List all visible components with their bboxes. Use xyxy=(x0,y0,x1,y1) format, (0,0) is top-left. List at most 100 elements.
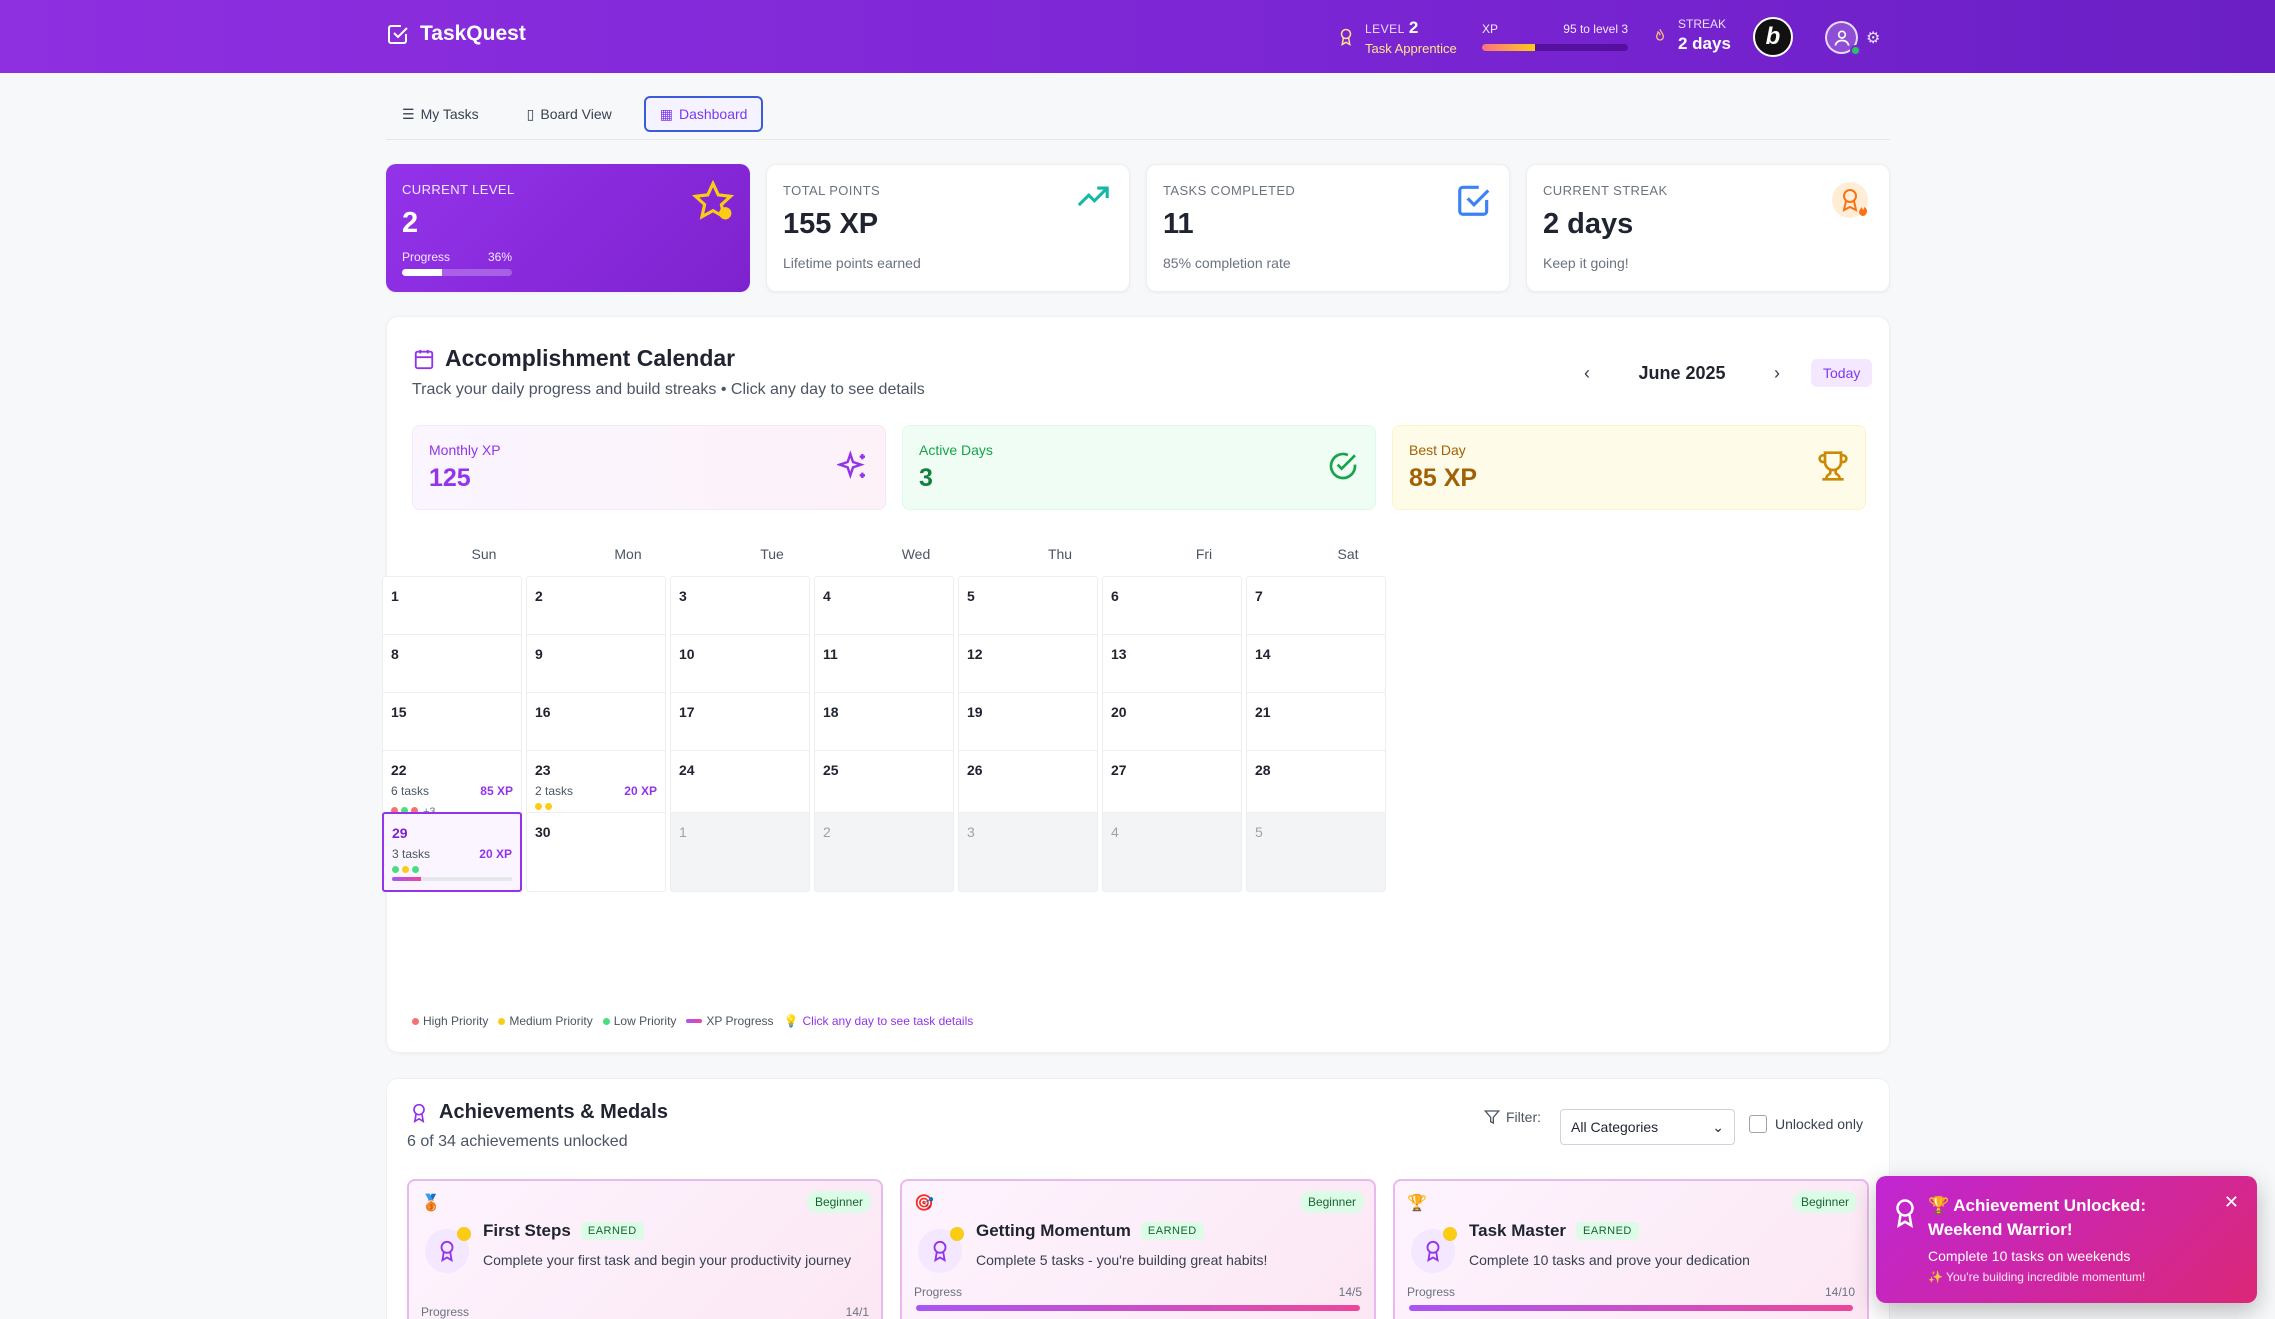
stat-card-current-streak: CURRENT STREAK 2 days Keep it going! xyxy=(1526,164,1890,292)
day-number: 28 xyxy=(1255,762,1271,778)
xp-progress-fill xyxy=(1482,44,1535,51)
close-icon[interactable]: ✕ xyxy=(2224,1192,2239,1213)
calendar-nav: ‹ June 2025 › Today xyxy=(1567,359,1873,387)
day-number: 13 xyxy=(1111,646,1127,662)
tab-label: Dashboard xyxy=(678,106,748,122)
earned-badge: EARNED xyxy=(580,1222,644,1240)
legend-low: Low Priority xyxy=(613,1014,677,1028)
calendar-title: Accomplishment Calendar xyxy=(413,345,735,372)
category-select-value: All Categories xyxy=(1571,1119,1659,1135)
level-title: Task Apprentice xyxy=(1365,41,1457,56)
category-select[interactable]: All Categories ⌄ xyxy=(1560,1109,1735,1145)
priority-dot-icon xyxy=(412,866,419,873)
calendar-title-text: Accomplishment Calendar xyxy=(445,345,736,371)
day-number: 22 xyxy=(391,762,407,778)
day-number: 9 xyxy=(535,646,543,662)
best-day-card: Best Day 85 XP xyxy=(1392,425,1866,510)
day-meta: 2 tasks 20 XP xyxy=(535,784,657,798)
tab-label: My Tasks xyxy=(420,106,479,122)
achievement-card[interactable]: 🏆 Beginner Task Master EARNED Complete 10… xyxy=(1393,1179,1869,1319)
stat-subtitle: Keep it going! xyxy=(1543,255,1629,271)
stat-subtitle: Lifetime points earned xyxy=(783,255,921,271)
achievement-card[interactable]: 🎯 Beginner Getting Momentum EARNED Comple… xyxy=(900,1179,1376,1319)
day-number: 4 xyxy=(823,588,831,604)
sparkles-icon xyxy=(837,450,865,480)
priority-dot-icon xyxy=(402,866,409,873)
trophy-icon: 🏆 xyxy=(1407,1195,1427,1212)
header-xp: XP 95 to level 3 xyxy=(1482,22,1628,51)
calendar-day[interactable]: 4 xyxy=(1102,812,1242,892)
day-number: 1 xyxy=(391,588,399,604)
monthly-xp-value: 125 xyxy=(429,464,471,492)
stat-card-total-points: TOTAL POINTS 155 XP Lifetime points earn… xyxy=(766,164,1130,292)
legend-hint: Click any day to see task details xyxy=(802,1014,974,1028)
day-number: 25 xyxy=(823,762,839,778)
filter-label: Filter: xyxy=(1484,1109,1541,1125)
calendar-day[interactable]: 3 xyxy=(958,812,1098,892)
legend-xp: XP Progress xyxy=(706,1014,774,1028)
achievement-progress-bar xyxy=(916,1305,1360,1311)
achievement-name: Task Master xyxy=(1469,1221,1567,1240)
calendar-day[interactable]: 30 xyxy=(526,812,666,892)
day-number: 27 xyxy=(1111,762,1127,778)
calendar-icon xyxy=(414,349,434,369)
achievement-level-badge: Beginner xyxy=(1299,1191,1364,1213)
streak-label: STREAK xyxy=(1678,17,1727,31)
day-number: 30 xyxy=(535,824,551,840)
brand-name: TaskQuest xyxy=(420,22,526,45)
day-number: 29 xyxy=(392,825,408,841)
check-circle-icon xyxy=(1329,452,1357,480)
day-task-count: 6 tasks xyxy=(391,784,430,798)
day-number: 5 xyxy=(967,588,975,604)
priority-dot-icon xyxy=(392,866,399,873)
day-number: 12 xyxy=(967,646,983,662)
online-status-icon xyxy=(1850,45,1861,56)
filter-label-text: Filter: xyxy=(1506,1109,1541,1125)
xp-to-next: 95 to level 3 xyxy=(1563,22,1628,36)
unlocked-only-checkbox[interactable] xyxy=(1749,1115,1767,1133)
calendar-day[interactable]: 29 3 tasks 20 XP xyxy=(382,812,522,892)
calendar-day[interactable]: 2 xyxy=(814,812,954,892)
gear-icon[interactable]: ⚙ xyxy=(1866,28,1880,48)
calendar-day[interactable]: 1 xyxy=(670,812,810,892)
unlocked-only-toggle[interactable]: Unlocked only xyxy=(1749,1115,1863,1133)
xp-progress-bar xyxy=(1482,44,1628,51)
day-xp: 85 XP xyxy=(480,784,513,798)
medal-icon xyxy=(425,1227,471,1273)
day-meta: 3 tasks 20 XP xyxy=(392,847,512,861)
chevron-left-icon[interactable]: ‹ xyxy=(1567,363,1607,384)
board-icon: ▯ xyxy=(526,105,535,122)
monthly-xp-card: Monthly XP 125 xyxy=(412,425,886,510)
today-button[interactable]: Today xyxy=(1811,359,1873,387)
day-number: 2 xyxy=(823,824,831,840)
tab-board-view[interactable]: ▯ Board View xyxy=(511,96,628,132)
tab-my-tasks[interactable]: ☰ My Tasks xyxy=(386,96,495,132)
achievement-progress-bar xyxy=(1409,1305,1853,1311)
priority-dot-icon xyxy=(535,803,542,810)
view-tabs: ☰ My Tasks ▯ Board View ▦ Dashboard xyxy=(386,96,1890,140)
achievement-card[interactable]: 🥉 Beginner First Steps EARNED Complete yo… xyxy=(407,1179,883,1319)
day-number: 10 xyxy=(679,646,695,662)
user-badge-icon[interactable]: b xyxy=(1753,17,1793,57)
stat-value: 2 xyxy=(402,207,419,239)
day-number: 24 xyxy=(679,762,695,778)
calendar-day[interactable]: 5 xyxy=(1246,812,1386,892)
day-number: 21 xyxy=(1255,704,1271,720)
day-number: 4 xyxy=(1111,824,1119,840)
day-number: 23 xyxy=(535,762,551,778)
tab-dashboard[interactable]: ▦ Dashboard xyxy=(643,96,764,132)
app-brand[interactable]: TaskQuest xyxy=(386,22,526,46)
streak-value: 2 days xyxy=(1678,34,1731,53)
day-number: 3 xyxy=(679,588,687,604)
day-task-count: 3 tasks xyxy=(392,847,431,861)
level-progress-bar xyxy=(402,269,512,276)
best-day-value: 85 XP xyxy=(1409,464,1478,492)
earned-badge: EARNED xyxy=(1140,1222,1204,1240)
achievements-subtitle: 6 of 34 achievements unlocked xyxy=(407,1133,628,1150)
chevron-right-icon[interactable]: › xyxy=(1757,363,1797,384)
stat-value: 2 days xyxy=(1543,208,1634,240)
achievements-section: Achievements & Medals 6 of 34 achievemen… xyxy=(386,1078,1890,1319)
achievement-level-badge: Beginner xyxy=(806,1191,871,1213)
user-icon xyxy=(1834,29,1849,46)
medal-icon xyxy=(918,1227,964,1273)
